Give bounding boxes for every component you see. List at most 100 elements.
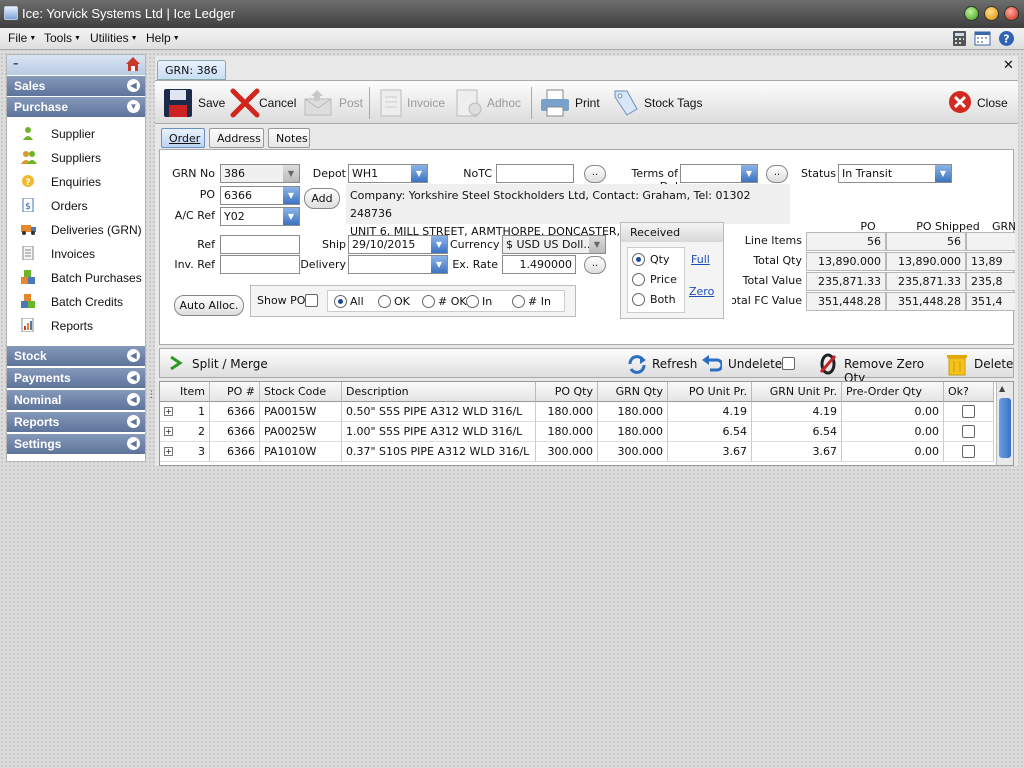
cell-po-unit-price[interactable]: 6.54 bbox=[668, 422, 752, 442]
cancel-button[interactable]: Cancel bbox=[229, 87, 301, 119]
scroll-thumb[interactable] bbox=[999, 398, 1011, 458]
sidebar-section-payments[interactable]: Payments ◀ bbox=[7, 368, 145, 388]
save-button[interactable]: Save bbox=[163, 87, 227, 119]
menu-file[interactable]: File ▼ bbox=[8, 31, 36, 45]
add-button[interactable]: Add bbox=[304, 188, 340, 209]
sidebar-item-supplier[interactable]: Supplier bbox=[17, 123, 143, 145]
cell-description[interactable]: 0.37" S10S PIPE A312 WLD 316/L bbox=[342, 442, 536, 462]
scroll-up-icon[interactable]: ▲ bbox=[999, 384, 1005, 393]
filter-in-radio[interactable] bbox=[466, 295, 479, 308]
zero-link[interactable]: Zero bbox=[689, 285, 714, 298]
po-select[interactable]: 6366 ▼ bbox=[220, 186, 300, 205]
minimize-button[interactable] bbox=[964, 6, 979, 21]
tab-order[interactable]: Order bbox=[161, 128, 205, 148]
col-header-grn-qty[interactable]: GRN Qty bbox=[598, 382, 668, 402]
cell-po-unit-price[interactable]: 3.67 bbox=[668, 442, 752, 462]
expand-row-icon[interactable]: + bbox=[164, 407, 173, 416]
ok-checkbox[interactable] bbox=[962, 445, 975, 458]
sidebar-section-reports[interactable]: Reports ◀ bbox=[7, 412, 145, 432]
currency-select[interactable]: $ USD US Doll... ▼ bbox=[502, 235, 606, 254]
cell-grn-unit-price[interactable]: 3.67 bbox=[752, 442, 842, 462]
show-po-checkbox[interactable] bbox=[305, 294, 318, 307]
filter-not-ok-radio[interactable] bbox=[422, 295, 435, 308]
delete-button[interactable]: Delete bbox=[946, 352, 1013, 376]
menu-help[interactable]: Help ▼ bbox=[146, 31, 180, 45]
ok-checkbox[interactable] bbox=[962, 425, 975, 438]
notc-field[interactable] bbox=[496, 164, 574, 183]
cell-pre-order-qty[interactable]: 0.00 bbox=[842, 442, 944, 462]
filter-all-radio[interactable] bbox=[334, 295, 347, 308]
invoice-button[interactable]: Invoice bbox=[377, 87, 449, 119]
col-header-grn-unit-price[interactable]: GRN Unit Pr. bbox=[752, 382, 842, 402]
col-header-ok[interactable]: Ok? bbox=[944, 382, 994, 402]
invref-field[interactable] bbox=[220, 255, 300, 274]
radio-qty[interactable] bbox=[632, 253, 645, 266]
stock-tags-button[interactable]: Stock Tags bbox=[609, 87, 709, 119]
sidebar-item-orders[interactable]: $ Orders bbox=[17, 195, 143, 217]
cell-stock-code[interactable]: PA1010W bbox=[260, 442, 342, 462]
refresh-button[interactable]: Refresh bbox=[626, 352, 698, 376]
cell-grn-qty[interactable]: 300.000 bbox=[598, 442, 668, 462]
sidebar-item-deliveries-grn[interactable]: Deliveries (GRN) bbox=[17, 219, 143, 241]
exrate-lookup-button[interactable]: .. bbox=[584, 256, 606, 274]
sidebar-section-settings[interactable]: Settings ◀ bbox=[7, 434, 145, 454]
col-header-item[interactable]: Item bbox=[160, 382, 210, 402]
close-tab-icon[interactable]: ✕ bbox=[1003, 58, 1014, 73]
grn-no-field[interactable]: 386 ▼ bbox=[220, 164, 300, 183]
collapse-icon[interactable]: – bbox=[13, 57, 19, 70]
ref-field[interactable] bbox=[220, 235, 300, 254]
filter-not-in-radio[interactable] bbox=[512, 295, 525, 308]
cell-po[interactable]: 6366 bbox=[210, 402, 260, 422]
sidebar-section-stock[interactable]: Stock ◀ bbox=[7, 346, 145, 366]
sidebar-section-sales[interactable]: Sales ◀ bbox=[7, 76, 145, 96]
cell-stock-code[interactable]: PA0025W bbox=[260, 422, 342, 442]
tab-grn[interactable]: GRN: 386 bbox=[157, 60, 226, 80]
sidebar-section-nominal[interactable]: Nominal ◀ bbox=[7, 390, 145, 410]
cell-description[interactable]: 0.50" S5S PIPE A312 WLD 316/L bbox=[342, 402, 536, 422]
adhoc-button[interactable]: Adhoc bbox=[453, 87, 525, 119]
table-row[interactable]: 2 6366 PA0025W 1.00" S5S PIPE A312 WLD 316/… bbox=[160, 422, 994, 442]
col-header-po-unit-price[interactable]: PO Unit Pr. bbox=[668, 382, 752, 402]
notc-lookup-button[interactable]: .. bbox=[584, 165, 606, 183]
depot-select[interactable]: WH1 ▼ bbox=[348, 164, 428, 183]
cell-grn-qty[interactable]: 180.000 bbox=[598, 422, 668, 442]
sidebar-item-reports[interactable]: Reports bbox=[17, 315, 143, 337]
exrate-field[interactable]: 1.490000 bbox=[502, 255, 576, 274]
maximize-button[interactable] bbox=[984, 6, 999, 21]
cell-pre-order-qty[interactable]: 0.00 bbox=[842, 422, 944, 442]
grid-scrollbar[interactable]: ▲ bbox=[996, 382, 1013, 465]
menu-utilities[interactable]: Utilities ▼ bbox=[90, 31, 138, 45]
cell-pre-order-qty[interactable]: 0.00 bbox=[842, 402, 944, 422]
sidebar-item-batch-credits[interactable]: Batch Credits bbox=[17, 291, 143, 313]
print-button[interactable]: Print bbox=[539, 87, 605, 119]
cell-stock-code[interactable]: PA0015W bbox=[260, 402, 342, 422]
radio-price[interactable] bbox=[632, 273, 645, 286]
col-header-stock-code[interactable]: Stock Code bbox=[260, 382, 342, 402]
cell-po-unit-price[interactable]: 4.19 bbox=[668, 402, 752, 422]
radio-both[interactable] bbox=[632, 293, 645, 306]
cell-description[interactable]: 1.00" S5S PIPE A312 WLD 316/L bbox=[342, 422, 536, 442]
expand-row-icon[interactable]: + bbox=[164, 427, 173, 436]
cell-po-qty[interactable]: 180.000 bbox=[536, 402, 598, 422]
cell-grn-qty[interactable]: 180.000 bbox=[598, 402, 668, 422]
sidebar-item-enquiries[interactable]: ? Enquiries bbox=[17, 171, 143, 193]
cell-po[interactable]: 6366 bbox=[210, 422, 260, 442]
filter-ok-radio[interactable] bbox=[378, 295, 391, 308]
auto-alloc-button[interactable]: Auto Alloc. bbox=[174, 295, 244, 316]
tab-notes[interactable]: Notes bbox=[268, 128, 310, 148]
close-window-button[interactable] bbox=[1004, 6, 1019, 21]
sidebar-section-purchase[interactable]: Purchase ▼ bbox=[7, 97, 145, 117]
sidebar-item-suppliers[interactable]: Suppliers bbox=[17, 147, 143, 169]
home-icon[interactable] bbox=[125, 56, 141, 75]
terms-lookup-button[interactable]: .. bbox=[766, 165, 788, 183]
calendar-icon[interactable] bbox=[974, 30, 991, 47]
undelete-checkbox[interactable] bbox=[782, 357, 795, 370]
ok-checkbox[interactable] bbox=[962, 405, 975, 418]
col-header-pre-order-qty[interactable]: Pre-Order Qty bbox=[842, 382, 944, 402]
post-button[interactable]: Post bbox=[303, 87, 365, 119]
help-icon[interactable]: ? bbox=[998, 30, 1015, 47]
cell-grn-unit-price[interactable]: 6.54 bbox=[752, 422, 842, 442]
sidebar-item-batch-purchases[interactable]: Batch Purchases bbox=[17, 267, 143, 289]
sidebar-item-invoices[interactable]: Invoices bbox=[17, 243, 143, 265]
col-header-po[interactable]: PO # bbox=[210, 382, 260, 402]
